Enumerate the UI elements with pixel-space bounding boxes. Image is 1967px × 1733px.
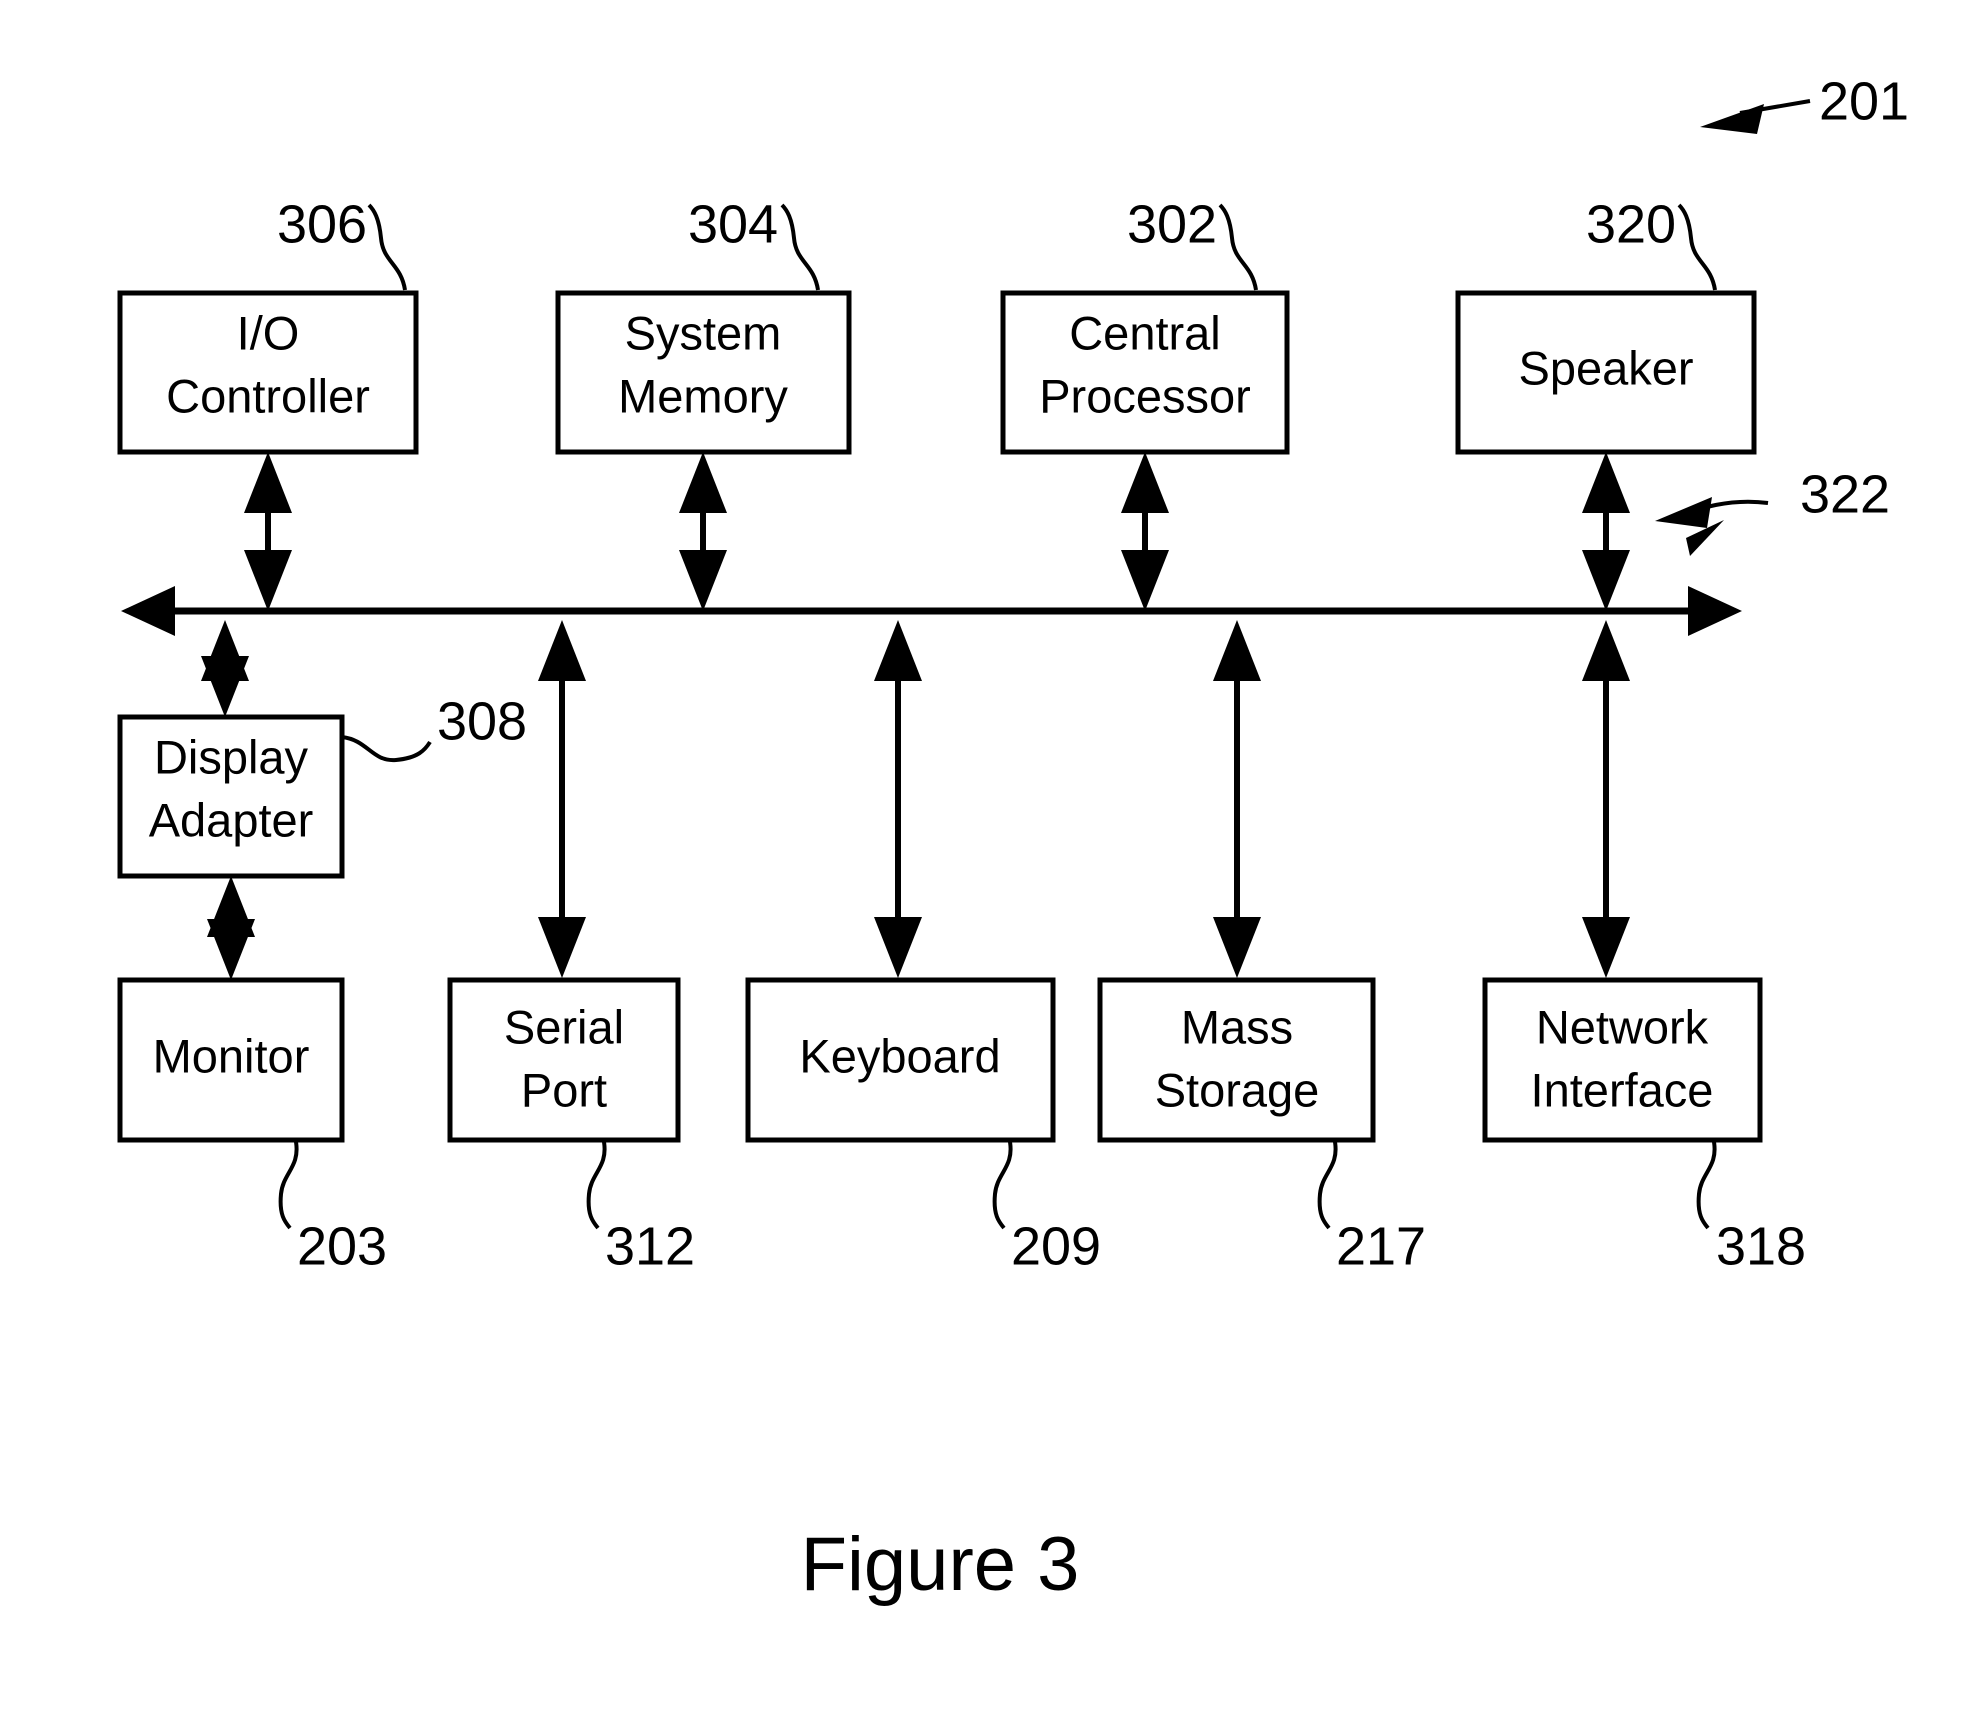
block-speaker[interactable]: Speaker: [1455, 290, 1757, 455]
figure-page: 201 I/O Controller 306 System Memory 304…: [0, 0, 1967, 1733]
block-display-adapter[interactable]: Display Adapter: [117, 714, 345, 879]
block-mass-storage[interactable]: Mass Storage: [1097, 977, 1376, 1143]
connector-bus-network-interface: [1582, 620, 1630, 978]
ref-302: 302: [1127, 194, 1217, 254]
bus-ref-arrow-icon-upper: [1655, 497, 1712, 528]
block-network-interface-line2: Interface: [1531, 1063, 1714, 1116]
block-serial-port-line1: Serial: [504, 1000, 624, 1053]
block-keyboard-line1: Keyboard: [799, 1029, 1000, 1082]
block-serial-port-line2: Port: [521, 1063, 607, 1116]
ref-318: 318: [1716, 1216, 1806, 1276]
system-ref-arrow-icon: [1700, 104, 1764, 134]
leader-318: [1696, 1141, 1717, 1230]
block-network-interface-line1: Network: [1536, 1000, 1709, 1053]
block-io-controller-line1: I/O: [237, 306, 300, 359]
ref-312: 312: [605, 1216, 695, 1276]
ref-203: 203: [297, 1216, 387, 1276]
connector-io-controller-bus: [244, 452, 292, 611]
ref-306: 306: [277, 194, 367, 254]
ref-217: 217: [1336, 1216, 1426, 1276]
block-serial-port[interactable]: Serial Port: [447, 977, 681, 1143]
block-central-processor-line1: Central: [1069, 306, 1221, 359]
connector-central-processor-bus: [1121, 452, 1169, 611]
block-system-memory[interactable]: System Memory: [555, 290, 852, 455]
system-ref-pointer: [1700, 99, 1811, 134]
ref-322: 322: [1800, 464, 1890, 524]
leader-306: [367, 203, 407, 291]
block-mass-storage-line1: Mass: [1181, 1000, 1293, 1053]
ref-308: 308: [437, 691, 527, 751]
block-monitor[interactable]: Monitor: [117, 977, 345, 1143]
block-io-controller[interactable]: I/O Controller: [117, 290, 419, 455]
connector-bus-mass-storage: [1213, 620, 1261, 978]
block-speaker-line1: Speaker: [1518, 341, 1693, 394]
leader-203: [278, 1141, 299, 1230]
connector-bus-keyboard: [874, 620, 922, 978]
ref-209: 209: [1011, 1216, 1101, 1276]
bus-ref-pointer: [1655, 497, 1769, 556]
connector-bus-display-adapter: [201, 620, 249, 717]
bus-right-arrow-icon: [1688, 586, 1742, 636]
block-system-memory-line1: System: [625, 306, 782, 359]
connector-speaker-bus: [1582, 452, 1630, 611]
block-keyboard[interactable]: Keyboard: [745, 977, 1056, 1143]
block-display-adapter-line1: Display: [154, 730, 309, 783]
figure-caption: Figure 3: [801, 1522, 1080, 1607]
block-central-processor-line2: Processor: [1039, 369, 1251, 422]
block-diagram: 201 I/O Controller 306 System Memory 304…: [117, 71, 1909, 1607]
ref-201: 201: [1819, 71, 1909, 131]
ref-304: 304: [688, 194, 778, 254]
leader-217: [1317, 1141, 1338, 1230]
block-monitor-line1: Monitor: [153, 1029, 310, 1082]
block-central-processor[interactable]: Central Processor: [1000, 290, 1290, 455]
connector-system-memory-bus: [679, 452, 727, 611]
block-mass-storage-line2: Storage: [1155, 1063, 1320, 1116]
connector-bus-serial-port: [538, 620, 586, 978]
bus-left-arrow-icon: [121, 586, 175, 636]
ref-320: 320: [1586, 194, 1676, 254]
leader-308: [341, 735, 432, 763]
leader-320: [1677, 203, 1717, 291]
block-display-adapter-line2: Adapter: [149, 793, 314, 846]
connector-display-adapter-monitor: [207, 876, 255, 980]
block-io-controller-line2: Controller: [166, 369, 370, 422]
block-system-memory-line2: Memory: [618, 369, 788, 422]
leader-312: [586, 1141, 607, 1230]
leader-209: [992, 1141, 1013, 1230]
block-network-interface[interactable]: Network Interface: [1482, 977, 1763, 1143]
leader-302: [1218, 203, 1258, 291]
system-bus: [121, 586, 1742, 636]
leader-304: [780, 203, 820, 291]
